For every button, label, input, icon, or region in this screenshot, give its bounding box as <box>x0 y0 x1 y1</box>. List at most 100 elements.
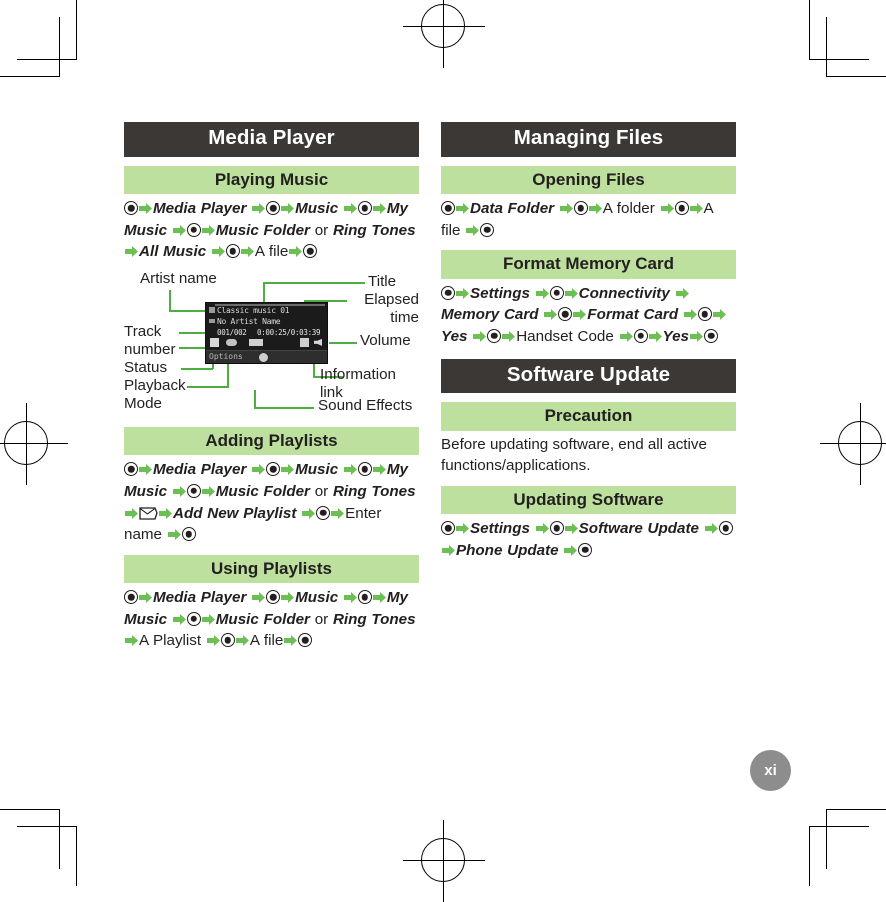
crop-mark-bottom-right-h2 <box>809 825 869 827</box>
crop-mark-bottom-right-h <box>826 808 886 810</box>
section-heading-opening-files: Opening Files <box>441 165 736 195</box>
arrow-icon <box>159 507 172 519</box>
center-key-icon <box>124 201 138 216</box>
arrow-icon <box>456 203 469 215</box>
registration-mark-left <box>0 403 68 485</box>
callout-status: Status <box>124 358 168 376</box>
step-conjunction-or: or <box>314 221 329 239</box>
step-conjunction-or: or <box>314 482 329 500</box>
step-add-new-playlist: Add New Playlist <box>173 504 297 522</box>
center-key-icon <box>124 462 138 477</box>
music-note-icon <box>209 306 215 313</box>
center-key-icon <box>573 201 588 216</box>
arrow-icon <box>712 309 726 321</box>
step-connectivity: Connectivity <box>578 284 670 302</box>
media-player-screen-callouts: Classic music 01 No Artist Name 001/002 … <box>124 270 419 418</box>
arrow-icon <box>372 592 386 604</box>
arrow-icon <box>252 464 266 476</box>
leader-line <box>179 346 207 349</box>
step-ring-tones: Ring Tones <box>332 221 416 239</box>
arrow-icon <box>689 203 703 215</box>
arrow-icon <box>535 287 549 299</box>
arrow-icon <box>167 529 181 541</box>
arrow-icon <box>125 507 138 519</box>
information-link-icon <box>300 337 309 347</box>
arrow-icon <box>281 592 295 604</box>
arrow-icon <box>139 464 152 476</box>
envelope-softkey-icon <box>139 505 158 520</box>
center-key-icon <box>186 611 201 626</box>
center-key-icon <box>225 244 240 259</box>
crop-mark-top-left-h <box>0 76 60 78</box>
step-yes: Yes <box>441 327 468 345</box>
center-key-icon <box>487 328 502 343</box>
step-yes-confirm: Yes <box>662 327 690 345</box>
step-music: Music <box>295 589 339 607</box>
sound-effects-icon <box>249 338 263 346</box>
arrow-icon <box>372 464 386 476</box>
arrow-icon <box>125 635 138 647</box>
arrow-icon <box>172 485 186 497</box>
step-media-player: Media Player <box>153 200 247 218</box>
center-key-icon <box>357 462 372 477</box>
crop-mark-top-right-h2 <box>809 59 869 61</box>
steps-playing-music: Media Player Music My Music Music Folder… <box>124 194 419 263</box>
callout-sound-effects: Sound Effects <box>318 396 413 414</box>
section-heading-updating-software: Updating Software <box>441 485 736 515</box>
center-key-icon <box>558 307 573 322</box>
arrow-icon <box>456 523 469 535</box>
center-key-icon <box>266 462 281 477</box>
arrow-icon <box>573 309 587 321</box>
center-key-icon <box>357 201 372 216</box>
step-ring-tones: Ring Tones <box>332 610 416 628</box>
right-column: Managing Files Opening Files Data Folder… <box>441 122 736 652</box>
arrow-icon <box>252 203 266 215</box>
arrow-icon <box>456 287 469 299</box>
screen-center-key-icon <box>259 352 268 362</box>
arrow-icon <box>139 203 152 215</box>
registration-mark-top <box>403 0 485 68</box>
screen-artist-name: No Artist Name <box>217 316 281 326</box>
arrow-icon <box>442 544 455 556</box>
crop-mark-top-left-v <box>76 0 78 60</box>
crop-mark-top-right-h <box>826 76 886 78</box>
crop-mark-bottom-left-v <box>76 826 78 886</box>
leader-line <box>181 367 213 370</box>
step-all-music: All Music <box>139 243 207 261</box>
arrow-icon <box>564 523 578 535</box>
arrow-icon <box>683 309 697 321</box>
callout-elapsed-time: Elapsed time <box>364 290 419 327</box>
section-heading-playing-music: Playing Music <box>124 165 419 195</box>
playback-mode-icon <box>226 338 237 346</box>
section-heading-precaution: Precaution <box>441 402 736 431</box>
crop-mark-bottom-left-h2 <box>17 825 77 827</box>
arrow-icon <box>619 330 633 342</box>
left-column: Media Player Playing Music Media Player … <box>124 122 419 652</box>
status-play-icon <box>210 337 219 347</box>
center-key-icon <box>441 201 455 216</box>
step-handset-code: Handset Code <box>516 327 614 345</box>
chapter-title-managing-files: Managing Files <box>441 122 736 157</box>
center-key-icon <box>298 633 313 648</box>
step-music-folder: Music Folder <box>215 610 310 628</box>
step-settings: Settings <box>470 284 530 302</box>
arrow-icon <box>690 330 704 342</box>
crop-mark-top-right-v2 <box>825 17 827 77</box>
step-music: Music <box>295 461 339 479</box>
center-key-icon <box>697 307 712 322</box>
steps-adding-playlists: Media Player Music My Music Music Folder… <box>124 455 419 545</box>
step-format-card: Format Card <box>587 306 679 324</box>
arrow-icon <box>211 246 225 258</box>
arrow-icon <box>235 635 249 647</box>
leader-line <box>263 281 365 284</box>
step-software-update: Software Update <box>578 520 699 538</box>
arrow-icon <box>172 224 186 236</box>
arrow-icon <box>125 246 138 258</box>
arrow-icon <box>372 203 386 215</box>
arrow-icon <box>660 203 674 215</box>
arrow-icon <box>281 203 295 215</box>
arrow-icon <box>588 203 602 215</box>
steps-updating-software: Settings Software Update Phone Update <box>441 514 736 561</box>
step-media-player: Media Player <box>153 589 247 607</box>
crop-mark-bottom-left-h <box>0 808 60 810</box>
